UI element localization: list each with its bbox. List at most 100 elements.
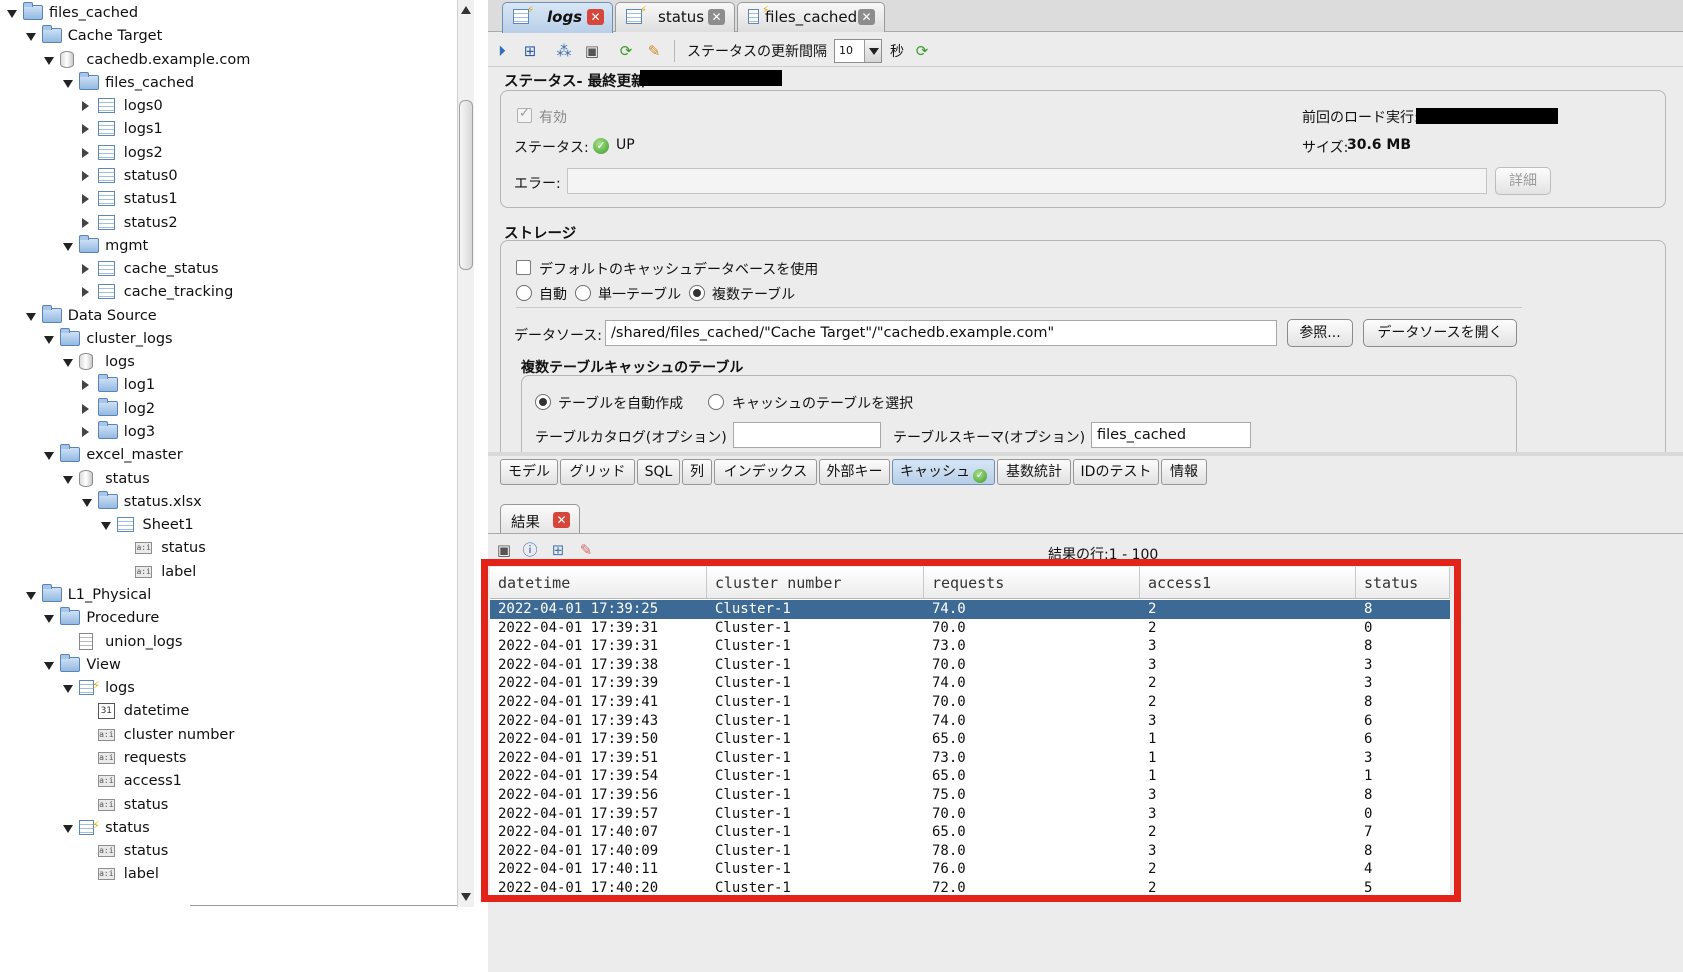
select-table-radio[interactable] [708, 394, 724, 410]
tree-node[interactable]: status1 [0, 188, 455, 210]
tree-node[interactable]: cache_status [0, 258, 455, 280]
tab-files-cached[interactable]: files_cached ✕ [737, 2, 885, 32]
tree-node[interactable]: status.xlsx [0, 490, 455, 513]
tab-info[interactable]: 情報 [1161, 459, 1207, 485]
table-row[interactable]: 2022-04-01 17:39:39 Cluster-1 74.0 2 3 [490, 674, 1450, 693]
detail-button[interactable]: 詳細 [1495, 167, 1551, 195]
scroll-down-arrow-icon[interactable] [461, 893, 471, 901]
collapsed-arrow-icon[interactable] [81, 380, 89, 391]
table-row[interactable]: 2022-04-01 17:39:43 Cluster-1 74.0 3 6 [490, 712, 1450, 731]
mode-radio-auto[interactable] [516, 285, 532, 301]
tree-node[interactable]: cachedb.example.com [0, 49, 455, 71]
tab-sql[interactable]: SQL [637, 459, 680, 485]
expanded-arrow-icon[interactable] [44, 335, 55, 344]
column-header[interactable]: cluster number [707, 567, 924, 599]
tree-vertical-scrollbar[interactable] [457, 0, 474, 907]
collapsed-arrow-icon[interactable] [81, 217, 89, 228]
save-icon[interactable]: ▣ [494, 540, 514, 560]
close-icon[interactable]: ✕ [587, 9, 604, 25]
tree-node[interactable]: Data Source [0, 304, 455, 327]
tab-grid[interactable]: グリッド [560, 459, 635, 485]
chevron-down-icon[interactable] [864, 40, 881, 62]
tree-node[interactable]: status [0, 815, 455, 839]
browse-button[interactable]: 参照... [1287, 319, 1353, 347]
tree-node[interactable]: status2 [0, 212, 455, 234]
tree-node[interactable]: log3 [0, 421, 455, 443]
table-row[interactable]: 2022-04-01 17:39:50 Cluster-1 65.0 1 6 [490, 730, 1450, 749]
tab-status[interactable]: status ✕ [615, 2, 735, 32]
expanded-arrow-icon[interactable] [63, 79, 74, 88]
expanded-arrow-icon[interactable] [44, 615, 55, 624]
column-header[interactable]: requests [924, 567, 1140, 599]
panel-splitter[interactable] [488, 452, 1683, 456]
tree-node[interactable]: status [0, 537, 455, 559]
save-icon[interactable]: ▣ [582, 41, 602, 61]
refresh-interval-select[interactable]: 10 [834, 39, 882, 63]
tab-cardinality[interactable]: 基数統計 [997, 459, 1071, 485]
tree-node[interactable]: label [0, 863, 455, 885]
expanded-arrow-icon[interactable] [25, 592, 36, 600]
tree-node[interactable]: union_logs [0, 631, 455, 653]
open-datasource-button[interactable]: データソースを開く [1363, 319, 1517, 347]
tree-node[interactable]: log2 [0, 397, 455, 420]
tree-node[interactable]: files_cached [0, 71, 455, 94]
expanded-arrow-icon[interactable] [25, 33, 36, 42]
expanded-arrow-icon[interactable] [44, 661, 55, 670]
table-row[interactable]: 2022-04-01 17:39:31 Cluster-1 70.0 2 0 [490, 619, 1450, 638]
refresh-cache-icon[interactable]: ⟳ [616, 41, 636, 61]
column-header[interactable]: access1 [1140, 567, 1356, 599]
schema-field[interactable]: files_cached [1091, 422, 1251, 448]
close-icon[interactable]: ✕ [858, 9, 875, 25]
tab-logs[interactable]: logs ✕ [502, 2, 613, 33]
tab-foreign-keys[interactable]: 外部キー [819, 459, 890, 485]
tree-node[interactable]: Sheet1 [0, 514, 455, 536]
tree-node[interactable]: Cache Target [0, 25, 455, 47]
expanded-arrow-icon[interactable] [63, 475, 74, 484]
table-row[interactable]: 2022-04-01 17:39:31 Cluster-1 73.0 3 8 [490, 637, 1450, 656]
collapsed-arrow-icon[interactable] [81, 403, 89, 414]
tree-node[interactable]: requests [0, 747, 455, 769]
expanded-arrow-icon[interactable] [63, 685, 74, 694]
table-row[interactable]: 2022-04-01 17:39:51 Cluster-1 73.0 1 3 [490, 749, 1450, 768]
tree-horizontal-scrollbar[interactable] [190, 905, 457, 906]
collapsed-arrow-icon[interactable] [81, 427, 89, 438]
tree-node[interactable]: logs [0, 351, 455, 373]
collapsed-arrow-icon[interactable] [81, 147, 89, 158]
expanded-arrow-icon[interactable] [7, 10, 17, 18]
tree-node[interactable]: logs1 [0, 118, 455, 140]
table-row[interactable]: 2022-04-01 17:39:25 Cluster-1 74.0 2 8 [490, 600, 1450, 619]
tree-node[interactable]: status [0, 840, 455, 862]
tab-cache[interactable]: キャッシュ ✓ [892, 459, 995, 485]
clear-icon[interactable]: ✎ [576, 540, 596, 560]
table-row[interactable]: 2022-04-01 17:39:41 Cluster-1 70.0 2 8 [490, 693, 1450, 712]
tab-results[interactable]: 結果 ✕ [500, 504, 580, 534]
expanded-arrow-icon[interactable] [25, 312, 36, 321]
expanded-arrow-icon[interactable] [81, 498, 92, 507]
collapsed-arrow-icon[interactable] [81, 194, 89, 205]
run-icon[interactable]: ⏵ [492, 41, 512, 61]
tree-node[interactable]: cluster_logs [0, 327, 455, 350]
table-row[interactable]: 2022-04-01 17:40:09 Cluster-1 78.0 3 8 [490, 842, 1450, 861]
tab-model[interactable]: モデル [500, 459, 558, 485]
model-icon[interactable]: ⊞ [520, 41, 540, 61]
tree-node[interactable]: status0 [0, 165, 455, 187]
expanded-arrow-icon[interactable] [44, 452, 55, 461]
tree-node[interactable]: logs2 [0, 142, 455, 164]
enabled-checkbox[interactable] [517, 106, 532, 123]
collapsed-arrow-icon[interactable] [81, 287, 89, 298]
table-row[interactable]: 2022-04-01 17:39:54 Cluster-1 65.0 1 1 [490, 767, 1450, 786]
tree-node[interactable]: access1 [0, 770, 455, 792]
collapsed-arrow-icon[interactable] [81, 170, 89, 181]
refresh-icon[interactable]: ⟳ [912, 41, 932, 61]
mode-radio-single[interactable] [575, 285, 591, 301]
tree-node[interactable]: status [0, 794, 455, 816]
tree-node[interactable]: L1_Physical [0, 584, 455, 606]
tree-node[interactable]: logs0 [0, 95, 455, 117]
auto-create-radio[interactable] [535, 394, 551, 410]
collapsed-arrow-icon[interactable] [81, 264, 89, 275]
collapsed-arrow-icon[interactable] [81, 101, 89, 112]
collapsed-arrow-icon[interactable] [81, 124, 89, 135]
tree-node[interactable]: label [0, 561, 455, 583]
table-row[interactable]: 2022-04-01 17:39:56 Cluster-1 75.0 3 8 [490, 786, 1450, 805]
column-header[interactable]: datetime [490, 567, 707, 599]
